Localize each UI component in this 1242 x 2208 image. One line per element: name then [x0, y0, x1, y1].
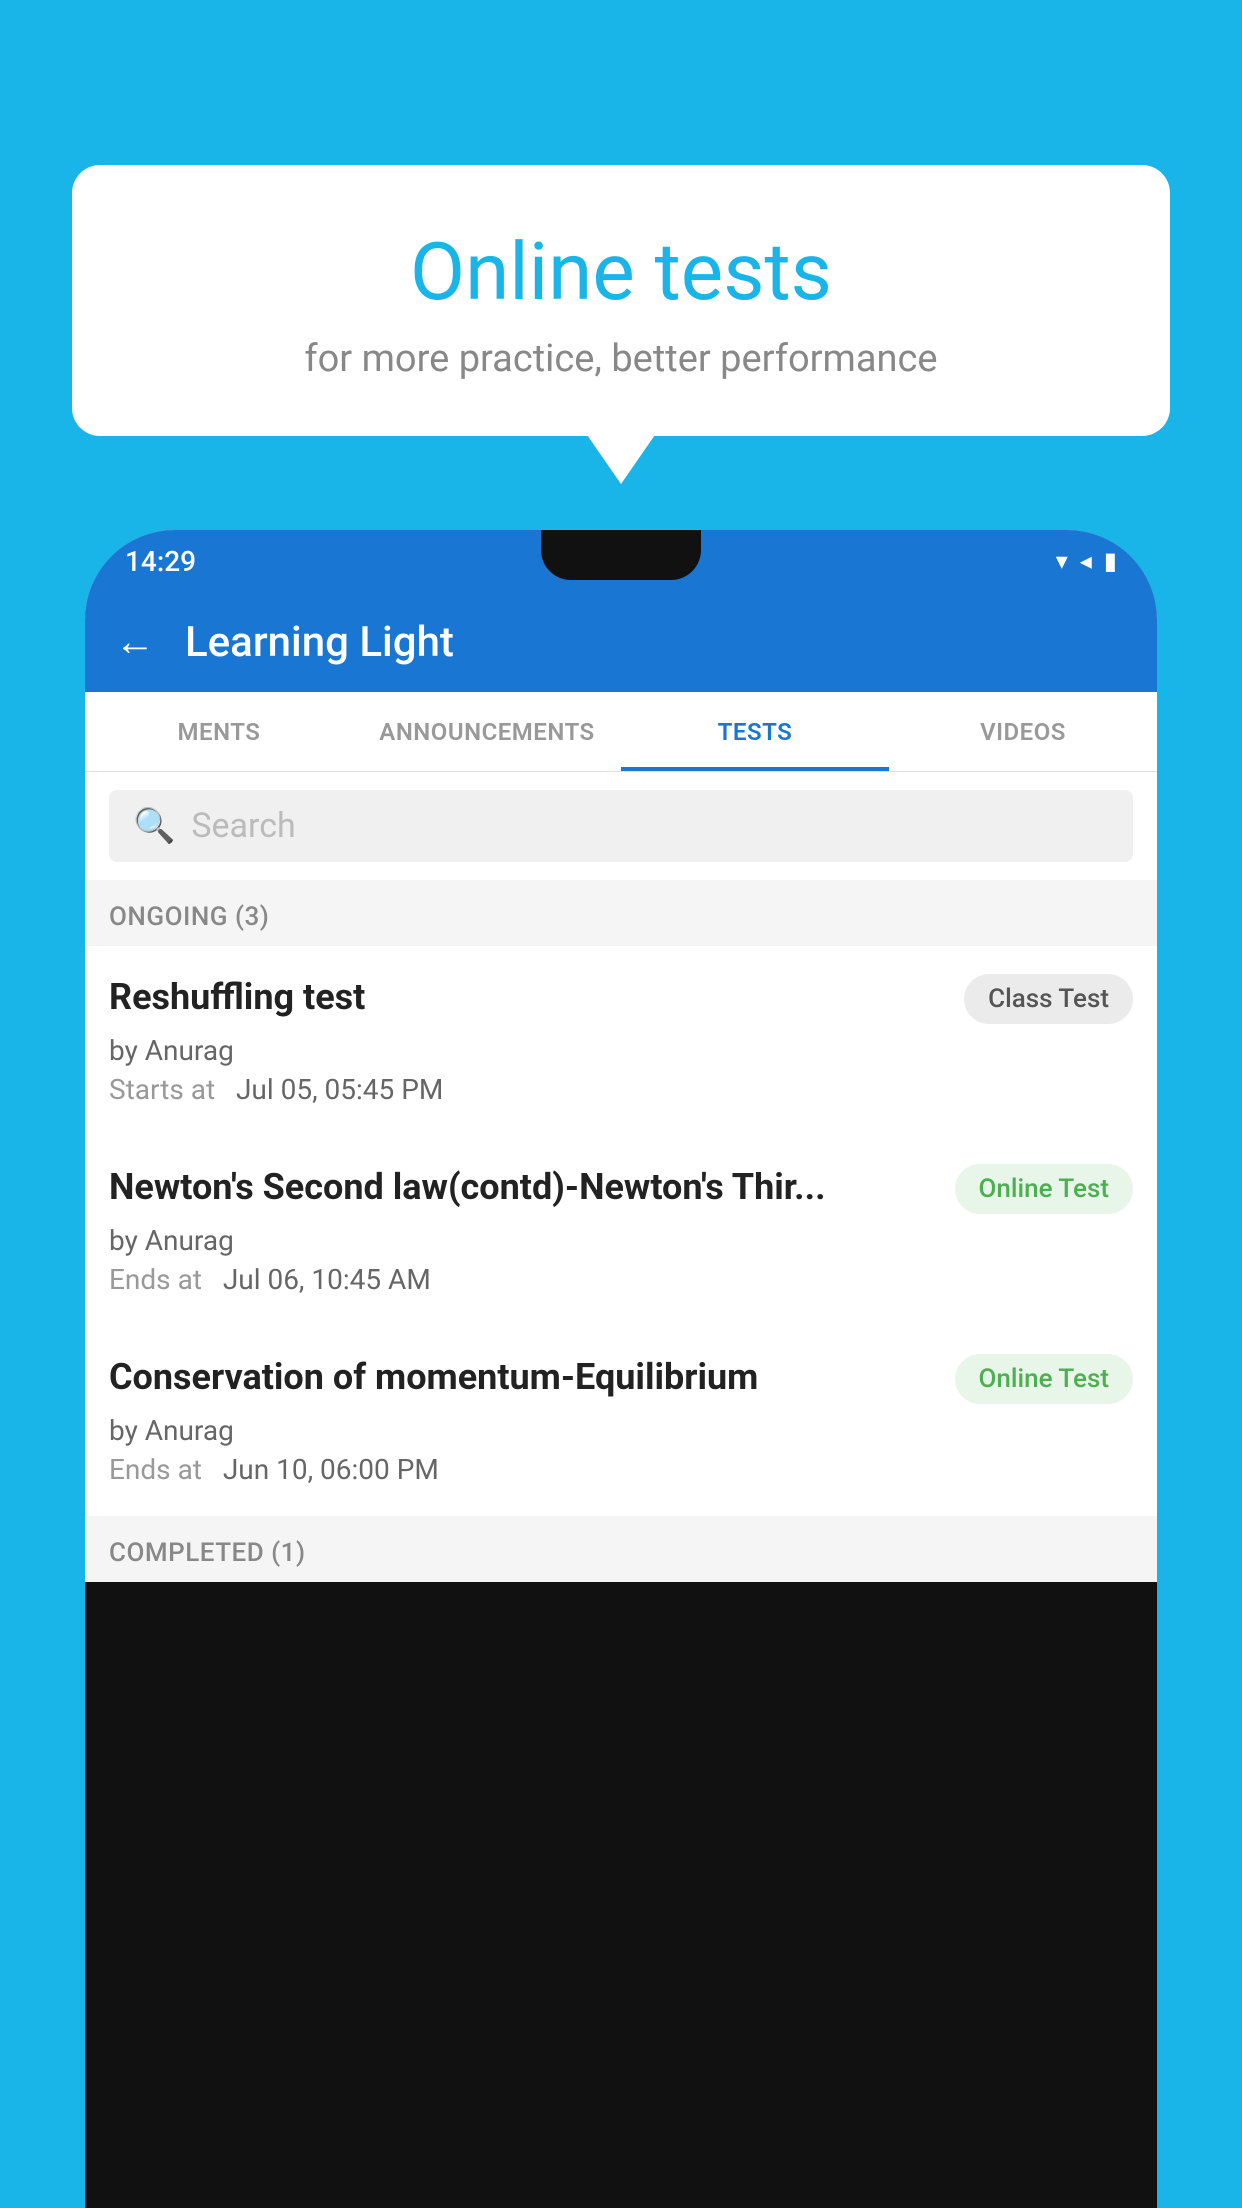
test-title: Conservation of momentum-Equilibrium: [109, 1354, 955, 1401]
test-by: by Anurag: [109, 1224, 1133, 1257]
completed-section-header: COMPLETED (1): [85, 1516, 1157, 1582]
test-badge: Online Test: [955, 1354, 1134, 1404]
bubble-title: Online tests: [122, 225, 1120, 319]
test-card-top: Reshuffling test Class Test: [109, 974, 1133, 1024]
speech-bubble: Online tests for more practice, better p…: [72, 165, 1170, 436]
test-date-label: Starts at: [109, 1073, 215, 1106]
back-button[interactable]: ←: [115, 622, 155, 662]
status-time: 14:29: [125, 545, 196, 578]
status-bar: 14:29 ▾ ◂ ▮: [85, 530, 1157, 592]
status-icons: ▾ ◂ ▮: [1056, 547, 1117, 575]
test-date-value: Jul 05, 05:45 PM: [236, 1073, 443, 1106]
test-card[interactable]: Newton's Second law(contd)-Newton's Thir…: [85, 1136, 1157, 1324]
test-title: Reshuffling test: [109, 974, 964, 1021]
phone-frame: 14:29 ▾ ◂ ▮ ← Learning Light MENTS ANNOU…: [85, 530, 1157, 2208]
tab-tests[interactable]: TESTS: [621, 692, 889, 771]
test-date: Starts at Jul 05, 05:45 PM: [109, 1073, 1133, 1106]
test-date-label: Ends at: [109, 1453, 202, 1486]
test-card-top: Newton's Second law(contd)-Newton's Thir…: [109, 1164, 1133, 1214]
battery-icon: ▮: [1104, 547, 1117, 575]
tab-announcements[interactable]: ANNOUNCEMENTS: [353, 692, 621, 771]
search-placeholder: Search: [191, 806, 295, 846]
bubble-subtitle: for more practice, better performance: [122, 337, 1120, 381]
test-date: Ends at Jun 10, 06:00 PM: [109, 1453, 1133, 1486]
search-icon: 🔍: [133, 806, 175, 846]
search-bar: 🔍 Search: [85, 772, 1157, 880]
test-card[interactable]: Reshuffling test Class Test by Anurag St…: [85, 946, 1157, 1134]
test-date: Ends at Jul 06, 10:45 AM: [109, 1263, 1133, 1296]
test-by: by Anurag: [109, 1414, 1133, 1447]
test-card[interactable]: Conservation of momentum-Equilibrium Onl…: [85, 1326, 1157, 1514]
test-title: Newton's Second law(contd)-Newton's Thir…: [109, 1164, 955, 1211]
ongoing-section-header: ONGOING (3): [85, 880, 1157, 946]
notch: [541, 530, 701, 580]
signal-icon: ◂: [1080, 547, 1092, 575]
tab-ments[interactable]: MENTS: [85, 692, 353, 771]
tabs: MENTS ANNOUNCEMENTS TESTS VIDEOS: [85, 692, 1157, 772]
app-header: ← Learning Light: [85, 592, 1157, 692]
test-date-label: Ends at: [109, 1263, 202, 1296]
test-by: by Anurag: [109, 1034, 1133, 1067]
phone-screen: 14:29 ▾ ◂ ▮ ← Learning Light MENTS ANNOU…: [85, 530, 1157, 1582]
app-title: Learning Light: [185, 618, 454, 667]
test-badge: Online Test: [955, 1164, 1134, 1214]
test-date-value: Jul 06, 10:45 AM: [223, 1263, 431, 1296]
wifi-icon: ▾: [1056, 547, 1068, 575]
tab-videos[interactable]: VIDEOS: [889, 692, 1157, 771]
test-card-top: Conservation of momentum-Equilibrium Onl…: [109, 1354, 1133, 1404]
test-badge: Class Test: [964, 974, 1133, 1024]
test-date-value: Jun 10, 06:00 PM: [223, 1453, 439, 1486]
search-input[interactable]: 🔍 Search: [109, 790, 1133, 862]
